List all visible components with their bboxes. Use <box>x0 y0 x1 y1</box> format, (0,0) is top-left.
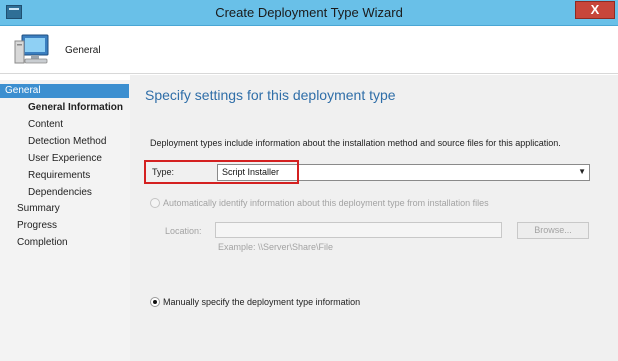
header-title: General <box>65 45 101 56</box>
nav-item-general-information[interactable]: General Information <box>28 101 123 115</box>
wizard-header: General <box>0 27 618 74</box>
page-heading: Specify settings for this deployment typ… <box>145 87 396 103</box>
nav-item-completion[interactable]: Completion <box>17 236 68 250</box>
manual-specify-label: Manually specify the deployment type inf… <box>163 297 361 307</box>
description-text: Deployment types include information abo… <box>150 138 561 148</box>
location-label: Location: <box>165 226 202 236</box>
location-example: Example: \\Server\Share\File <box>218 242 334 252</box>
nav-item-detection-method[interactable]: Detection Method <box>28 135 106 149</box>
nav-item-progress[interactable]: Progress <box>17 219 57 233</box>
nav-item-content[interactable]: Content <box>28 118 63 132</box>
computer-icon <box>14 34 49 64</box>
nav-item-dependencies[interactable]: Dependencies <box>28 186 92 200</box>
main-panel: Specify settings for this deployment typ… <box>130 75 618 361</box>
manual-specify-radio[interactable] <box>150 297 160 307</box>
close-button[interactable]: X <box>575 1 615 19</box>
chevron-down-icon[interactable]: ▼ <box>578 167 586 176</box>
wizard-nav: General General Information Content Dete… <box>0 80 130 361</box>
nav-item-requirements[interactable]: Requirements <box>28 169 90 183</box>
window-title: Create Deployment Type Wizard <box>215 5 403 20</box>
title-bar: Create Deployment Type Wizard X <box>0 0 618 26</box>
browse-button[interactable]: Browse... <box>517 222 589 239</box>
nav-item-general[interactable]: General <box>0 84 129 98</box>
nav-item-user-experience[interactable]: User Experience <box>28 152 102 166</box>
auto-identify-radio[interactable] <box>150 198 160 208</box>
highlight-box <box>144 160 299 184</box>
location-input[interactable] <box>215 222 502 238</box>
auto-identify-label: Automatically identify information about… <box>163 198 489 208</box>
nav-item-summary[interactable]: Summary <box>17 202 60 216</box>
